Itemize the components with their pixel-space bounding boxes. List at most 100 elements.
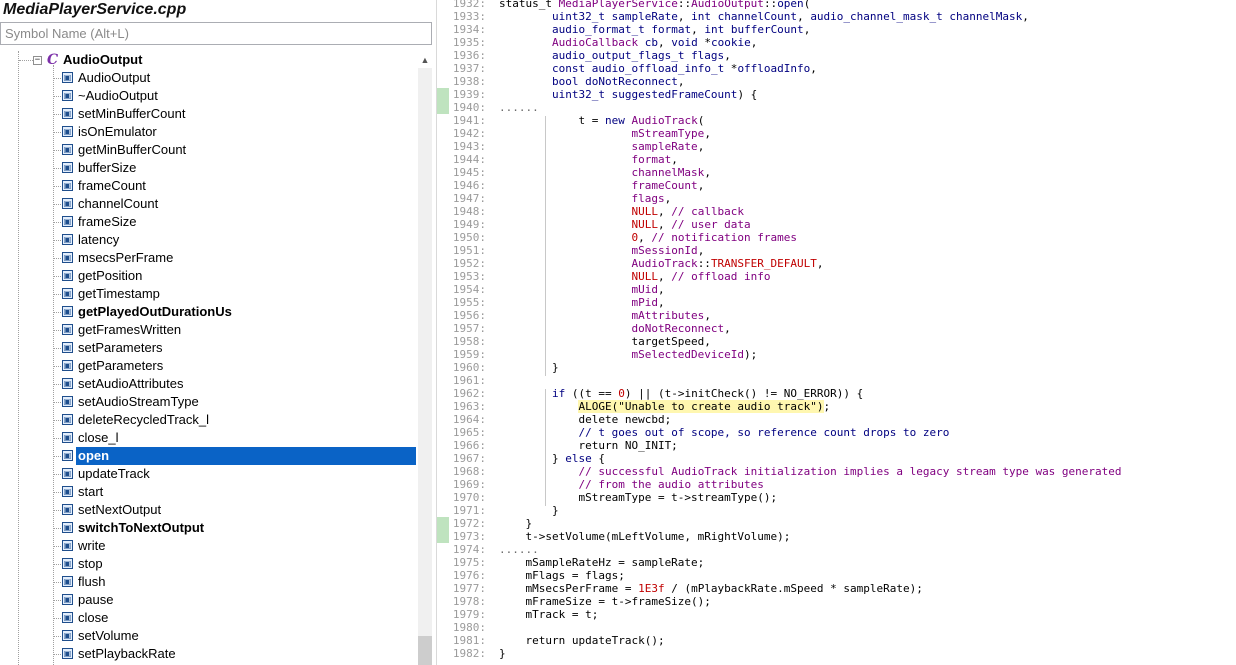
tree-method-item[interactable]: ▣ getFramesWritten [0, 321, 416, 339]
code-token: // user data [671, 218, 751, 231]
code-text: bool doNotReconnect, [499, 75, 684, 88]
code-token: mSelectedDeviceId [631, 348, 745, 361]
code-token: , [657, 218, 672, 231]
tree-method-item[interactable]: ▣ switchToNextOutput [0, 519, 416, 537]
code-line: 1941: t = new AudioTrack( [437, 114, 1236, 127]
scroll-up-icon[interactable]: ▲ [418, 52, 432, 68]
tree-method-item[interactable]: ▣ open [0, 447, 416, 465]
symbol-search-input[interactable] [0, 22, 432, 45]
code-text: flags, [499, 192, 671, 205]
tree-method-item[interactable]: ▣ close [0, 609, 416, 627]
code-token: bool [551, 75, 579, 88]
tree-method-item[interactable]: ▣ start [0, 483, 416, 501]
line-number: 1971: [452, 504, 486, 517]
scrollbar-track[interactable] [418, 68, 432, 665]
tree-method-item[interactable]: ▣ setParameters [0, 339, 416, 357]
collapse-icon[interactable]: − [33, 56, 42, 65]
code-token: , [803, 23, 811, 36]
code-token: offloadInfo [737, 62, 811, 75]
code-token: // from the audio attributes [578, 478, 764, 491]
code-text: uint32_t suggestedFrameCount) { [499, 88, 757, 101]
code-token: int [704, 23, 725, 36]
code-token: :: [763, 0, 778, 10]
tree-method-item[interactable]: ▣ isOnEmulator [0, 123, 416, 141]
code-line: 1968: // successful AudioTrack initializ… [437, 465, 1236, 478]
code-line: 1977: mMsecsPerFrame = 1E3f / (mPlayback… [437, 582, 1236, 595]
code-editor[interactable]: 1932: status_t MediaPlayerService::AudioO… [437, 0, 1236, 665]
tree-method-item[interactable]: ▣ flush [0, 573, 416, 591]
line-number: 1957: [452, 322, 486, 335]
line-number: 1938: [452, 75, 486, 88]
code-text: format, [499, 153, 677, 166]
line-number: 1932: [452, 0, 486, 10]
line-number: 1968: [452, 465, 486, 478]
code-text: frameCount, [499, 179, 704, 192]
tree-method-item[interactable]: ▣ msecsPerFrame [0, 249, 416, 267]
tree-method-item[interactable]: ▣ channelCount [0, 195, 416, 213]
tree-method-label: stop [78, 556, 103, 571]
scrollbar-thumb[interactable] [418, 636, 432, 665]
code-token: status_t [499, 0, 559, 10]
tree-method-item[interactable]: ▣ AudioOutput [0, 69, 416, 87]
code-token: t->setVolume(mLeftVolume, mRightVolume); [499, 530, 791, 543]
line-number: 1970: [452, 491, 486, 504]
tree-method-item[interactable]: ▣ frameSize [0, 213, 416, 231]
method-icon: ▣ [62, 108, 73, 119]
tree-method-item[interactable]: ▣ setAudioAttributes [0, 375, 416, 393]
method-icon: ▣ [62, 270, 73, 281]
code-token: TRANSFER_DEFAULT [710, 257, 817, 270]
code-text: targetSpeed, [499, 335, 711, 348]
line-number: 1942: [452, 127, 486, 140]
tree-method-item[interactable]: ▣ frameCount [0, 177, 416, 195]
tree-method-item[interactable]: ▣ ~AudioOutput [0, 87, 416, 105]
tree-method-item[interactable]: ▣ setNextOutput [0, 501, 416, 519]
tree-method-item[interactable]: ▣ close_l [0, 429, 416, 447]
tree-method-item[interactable]: ▣ setAudioStreamType [0, 393, 416, 411]
line-number: 1939: [452, 88, 486, 101]
tree-method-label: getParameters [78, 358, 164, 373]
code-token: ; [823, 400, 831, 413]
tree-connector [54, 96, 61, 97]
tree-method-item[interactable]: ▣ setMinBufferCount [0, 105, 416, 123]
code-line: 1974:...... [437, 543, 1236, 556]
folded-region-marker[interactable]: ...... [499, 543, 539, 556]
tree-method-item[interactable]: ▣ getPosition [0, 267, 416, 285]
tree-method-label: open [76, 447, 416, 465]
method-icon: ▣ [62, 522, 73, 533]
code-token: ((t == [565, 387, 619, 400]
tree-method-item[interactable]: ▣ getParameters [0, 357, 416, 375]
tree-connector [54, 528, 61, 529]
tree-method-item[interactable]: ▣ bufferSize [0, 159, 416, 177]
tree-method-item[interactable]: ▣ write [0, 537, 416, 555]
tree-method-item[interactable]: ▣ updateTrack [0, 465, 416, 483]
tree-method-item[interactable]: ▣ pause [0, 591, 416, 609]
code-text: ALOGE("Unable to create audio track"); [499, 400, 830, 413]
code-token: targetSpeed, [499, 335, 711, 348]
code-token: , [816, 257, 824, 270]
tree-method-label: frameCount [78, 178, 146, 193]
tree-method-item[interactable]: ▣ getTimestamp [0, 285, 416, 303]
line-number: 1936: [452, 49, 486, 62]
tree-connector [54, 258, 61, 259]
tree-method-item[interactable]: ▣ deleteRecycledTrack_l [0, 411, 416, 429]
tree-method-item[interactable]: ▣ stop [0, 555, 416, 573]
tree-method-item[interactable]: ▣ setPlaybackRate [0, 645, 416, 663]
folded-region-marker[interactable]: ...... [499, 101, 539, 114]
code-line: 1933: uint32_t sampleRate, int channelCo… [437, 10, 1236, 23]
tree-connector [54, 474, 61, 475]
tree-method-item[interactable]: ▣ setVolume [0, 627, 416, 645]
tree-class-node[interactable]: − C AudioOutput [0, 51, 416, 69]
tree-connector [54, 330, 61, 331]
tree-method-item[interactable]: ▣ getMinBufferCount [0, 141, 416, 159]
code-token: ALOGE("Unable to create audio track") [578, 400, 824, 413]
tree-method-item[interactable]: ▣ getPlayedOutDurationUs [0, 303, 416, 321]
tree-method-item[interactable]: ▣ latency [0, 231, 416, 249]
tree-method-label: getPosition [78, 268, 143, 283]
code-line: 1937: const audio_offload_info_t *offloa… [437, 62, 1236, 75]
code-text: mSampleRateHz = sampleRate; [499, 556, 704, 569]
code-line: 1951: mSessionId, [437, 244, 1236, 257]
